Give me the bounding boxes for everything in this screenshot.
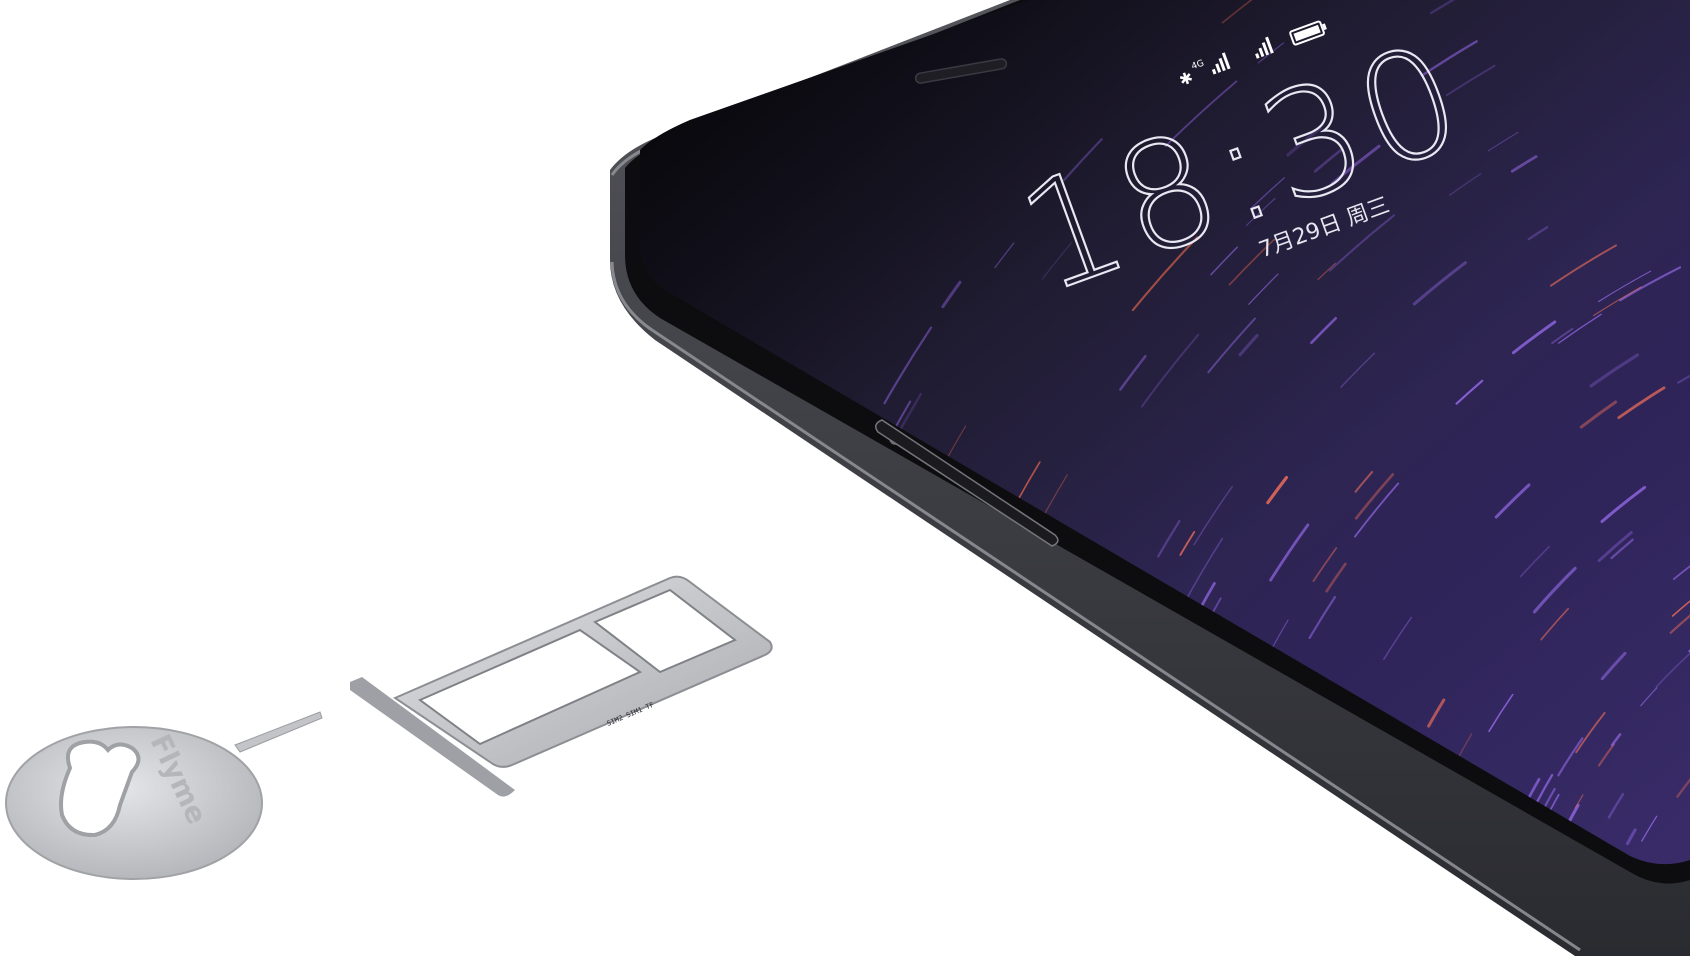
wallpaper-streak: [1060, 752, 1077, 801]
wallpaper-streak: [1283, 827, 1298, 865]
wallpaper-streak: [855, 514, 899, 610]
wallpaper-streak: [894, 516, 910, 545]
wallpaper-streak: [1304, 893, 1309, 912]
wallpaper-streak: [1522, 937, 1530, 956]
wallpaper-streak: [1165, 824, 1177, 860]
wallpaper-streak: [1444, 914, 1456, 956]
wallpaper-streak: [1210, 818, 1220, 842]
wallpaper-streak: [1526, 926, 1531, 944]
wallpaper-streak: [790, 571, 808, 610]
sim-eject-tool: Flyme: [5, 711, 323, 880]
wallpaper-streak: [849, 773, 859, 802]
wallpaper-streak: [1501, 947, 1505, 956]
wallpaper-streak: [1028, 745, 1048, 801]
sim-tray: SIM2 SIM1 TF: [350, 575, 773, 797]
wallpaper-streak: [1085, 785, 1100, 826]
product-photo: ✱ 4G 18:30 7月29日 周三 SIM2 SIM1 TF Flyme: [5, 0, 1690, 956]
eject-pin: [234, 711, 323, 753]
wallpaper-streak: [1475, 921, 1485, 956]
wallpaper-streak: [981, 760, 1006, 844]
wallpaper-streak: [1039, 676, 1054, 712]
wallpaper-streak: [818, 612, 848, 693]
wallpaper-streak: [1015, 660, 1047, 740]
wallpaper-streak: [940, 734, 956, 786]
wallpaper-streak: [827, 653, 848, 711]
wallpaper-streak: [1216, 783, 1241, 855]
wallpaper-streak: [1216, 742, 1235, 788]
wallpaper-streak: [912, 604, 935, 656]
wallpaper-streak: [922, 673, 937, 709]
wallpaper-streak: [983, 600, 1005, 648]
wallpaper-streak: [1168, 867, 1175, 895]
wallpaper-streak: [1309, 809, 1328, 859]
wallpaper-streak: [753, 759, 769, 815]
